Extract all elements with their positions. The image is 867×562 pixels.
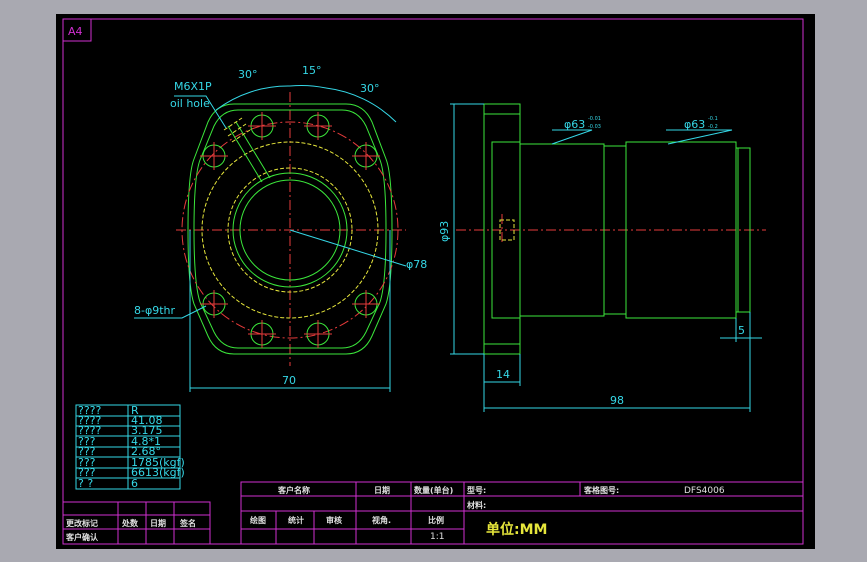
oil-hole-label: oil hole — [170, 97, 210, 110]
flange-dia-label: φ93 — [438, 221, 451, 242]
bolt-circle-dim: φ78 — [406, 258, 427, 271]
tb-drawing-no-value: DFS4006 — [684, 486, 725, 496]
angle-30-left: 30° — [238, 68, 258, 81]
tb-customer-drawing-no: 客格图号: — [583, 485, 619, 495]
side-view — [450, 103, 766, 412]
tb-date: 日期 — [374, 485, 390, 495]
rev-date: 日期 — [150, 518, 166, 528]
thread-label: M6X1P — [174, 80, 212, 93]
width-dim: 70 — [282, 374, 296, 387]
tb-unit: 单位:MM — [486, 521, 547, 538]
tb-material: 材料: — [467, 500, 486, 510]
diameter-1-tol-lower: -0.03 — [588, 124, 601, 130]
rev-sign: 签名 — [179, 518, 196, 528]
drawing-canvas: A4 30° 15° 30° M6X1P oil hole φ78 8-φ9th… — [56, 14, 815, 549]
diameter-2-tol-upper: -0.1 — [708, 116, 718, 122]
spec-value: 6 — [131, 477, 138, 490]
rev-change-mark: 更改标记 — [66, 518, 98, 528]
rev-location: 处数 — [121, 518, 139, 528]
cad-drawing: A4 30° 15° 30° M6X1P oil hole φ78 8-φ9th… — [62, 18, 804, 545]
rev-customer-confirm: 客户确认 — [65, 532, 99, 542]
tb-drawn: 绘图 — [250, 515, 266, 525]
flange-thickness-label: 14 — [496, 368, 510, 381]
diameter-1-label: φ63 — [564, 118, 585, 131]
tb-customer-name: 客户名称 — [277, 485, 310, 495]
front-view — [134, 84, 407, 392]
total-length-label: 98 — [610, 394, 624, 407]
holes-label: 8-φ9thr — [134, 304, 176, 317]
spec-key: ? ? — [78, 477, 93, 490]
spec-value: 6613(kgf) — [131, 466, 185, 479]
tb-scale-value: 1:1 — [430, 532, 444, 542]
diameter-2-label: φ63 — [684, 118, 705, 131]
end-width-label: 5 — [738, 324, 745, 337]
tb-scale-label: 比例 — [428, 515, 444, 525]
tb-approve: 视角. — [372, 515, 391, 525]
tb-review: 审核 — [326, 515, 342, 525]
angle-15-mid: 15° — [302, 64, 322, 77]
diameter-1-tol-upper: -0.01 — [588, 116, 601, 122]
diameter-2-tol-lower: -0.2 — [708, 124, 718, 130]
sheet-size-label: A4 — [68, 25, 83, 38]
tb-stat: 统计 — [288, 515, 304, 525]
tb-quantity: 数量(单台) — [414, 485, 453, 495]
angle-30-right: 30° — [360, 82, 380, 95]
tb-model: 型号: — [467, 485, 486, 495]
